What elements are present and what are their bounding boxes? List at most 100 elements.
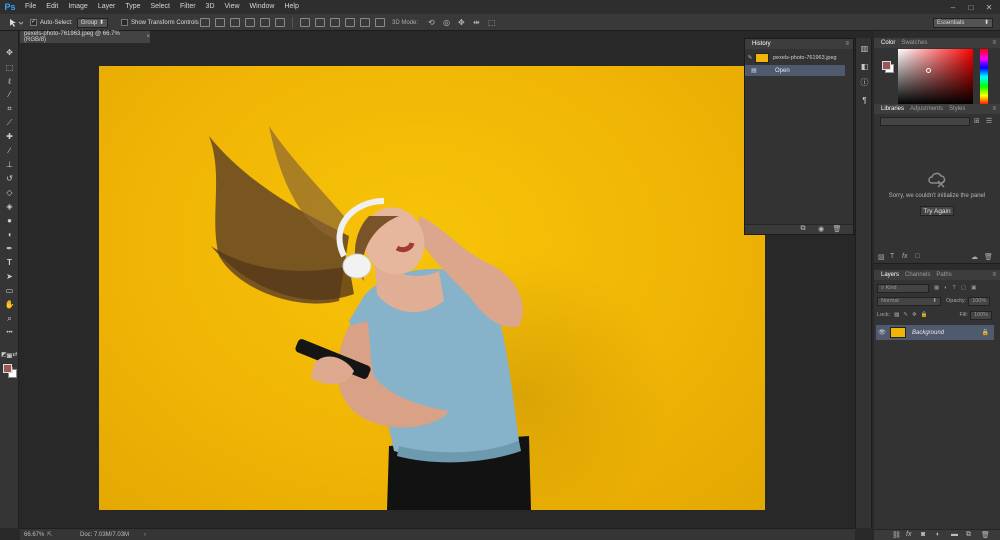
tab-swatches[interactable]: Swatches [898, 40, 930, 46]
layers-menu-icon[interactable]: ≡ [992, 272, 996, 278]
show-transform-checkbox[interactable] [121, 19, 128, 26]
auto-select-dropdown[interactable]: Group ⬍ [76, 17, 109, 28]
color-picker-cursor[interactable] [926, 68, 931, 73]
align-bottom-icon[interactable] [230, 17, 240, 28]
menu-layer[interactable]: Layer [93, 0, 121, 14]
rectangle-tool-icon[interactable]: ▭ [3, 285, 16, 296]
distribute-left-icon[interactable] [345, 17, 355, 28]
filter-adjustment-icon[interactable]: ◐ [944, 285, 947, 291]
menu-filter[interactable]: Filter [175, 0, 201, 14]
auto-select-checkbox[interactable]: ✓ [30, 19, 37, 26]
library-list-view-icon[interactable]: ☰ [986, 117, 992, 125]
blur-tool-icon[interactable]: ● [3, 215, 16, 226]
menu-select[interactable]: Select [146, 0, 175, 14]
maximize-icon[interactable]: □ [962, 0, 980, 14]
history-snapshot[interactable]: ✎ pexels-photo-761963.jpeg [745, 51, 853, 64]
library-grid-view-icon[interactable]: ⊞ [974, 117, 980, 125]
info-panel-icon[interactable]: ⓘ [860, 78, 869, 87]
distribute-vcenter-icon[interactable] [315, 17, 325, 28]
history-tab[interactable]: History [749, 41, 774, 47]
layer-mask-icon[interactable]: ◙ [921, 531, 925, 538]
library-delete-icon[interactable]: 🗑 [984, 253, 993, 261]
new-layer-icon[interactable]: ⧉ [966, 531, 971, 539]
opacity-input[interactable]: 100% [968, 296, 991, 306]
pan-3d-icon[interactable]: ✥ [458, 17, 465, 28]
tab-adjustments[interactable]: Adjustments [907, 106, 946, 112]
status-menu-icon[interactable]: › [144, 532, 146, 538]
delete-layer-icon[interactable]: 🗑 [981, 531, 990, 539]
new-document-from-state-icon[interactable]: ⧉ [799, 225, 807, 233]
new-snapshot-icon[interactable]: ◉ [817, 225, 825, 233]
quick-mask-icon[interactable]: ◙ [3, 350, 16, 361]
add-text-icon[interactable]: T [890, 253, 894, 260]
menu-view[interactable]: View [220, 0, 245, 14]
tab-color[interactable]: Color [878, 40, 898, 46]
library-select-dropdown[interactable] [880, 117, 970, 126]
tab-paths[interactable]: Paths [933, 272, 954, 278]
try-again-button[interactable]: Try Again [920, 206, 954, 216]
zoom-tool-icon[interactable]: ⌕ [3, 313, 16, 324]
crop-tool-icon[interactable]: ⌗ [3, 103, 16, 114]
move-tool-icon[interactable]: ✥ [3, 47, 16, 58]
lock-position-icon[interactable]: ✥ [912, 312, 917, 318]
export-icon[interactable]: ⇱ [47, 531, 52, 538]
roll-3d-icon[interactable]: ◎ [443, 17, 450, 28]
link-layers-icon[interactable]: ⛓ [892, 531, 901, 539]
lock-pixels-icon[interactable]: ✎ [903, 312, 908, 318]
history-brush-tool-icon[interactable]: ↺ [3, 173, 16, 184]
paragraph-panel-icon[interactable]: ¶ [860, 96, 869, 105]
blend-mode-dropdown[interactable]: Normal ⬍ [877, 296, 941, 306]
lasso-tool-icon[interactable]: ℓ [3, 76, 16, 87]
zoom-level[interactable]: 66.67% [24, 532, 44, 538]
slide-3d-icon[interactable]: ⇹ [473, 17, 480, 28]
filter-pixel-icon[interactable]: ▦ [934, 285, 939, 291]
menu-window[interactable]: Window [245, 0, 280, 14]
lock-all-icon[interactable]: 🔒 [921, 312, 928, 318]
workspace-dropdown[interactable]: Essentials ⬍ [933, 17, 993, 28]
align-top-icon[interactable] [200, 17, 210, 28]
layer-style-icon[interactable]: fx [906, 531, 911, 538]
delete-state-icon[interactable]: 🗑 [833, 225, 842, 233]
history-step[interactable]: ▤ Open [745, 65, 845, 76]
dodge-tool-icon[interactable]: ◖ [3, 229, 16, 240]
close-icon[interactable]: ✕ [980, 0, 998, 14]
adjustment-layer-icon[interactable]: ◐ [936, 531, 940, 538]
marquee-tool-icon[interactable]: ⬚ [3, 62, 16, 73]
quick-select-tool-icon[interactable]: ⁄ [3, 89, 16, 100]
fill-input[interactable]: 100% [970, 310, 993, 320]
eyedropper-tool-icon[interactable]: ⟋ [3, 117, 16, 128]
align-hcenter-icon[interactable] [260, 17, 270, 28]
distribute-hcenter-icon[interactable] [360, 17, 370, 28]
paint-bucket-tool-icon[interactable]: ◈ [3, 201, 16, 212]
layer-filter-dropdown[interactable]: ⌕ Kind [877, 283, 929, 293]
add-color-icon[interactable]: □ [915, 253, 919, 260]
new-group-icon[interactable]: ▬ [951, 531, 958, 538]
stamp-tool-icon[interactable]: ⊥ [3, 159, 16, 170]
tab-layers[interactable]: Layers [878, 272, 902, 278]
minimize-icon[interactable]: – [944, 0, 962, 14]
history-panel-icon[interactable]: ▥ [860, 44, 869, 53]
tab-channels[interactable]: Channels [902, 272, 933, 278]
more-tools-icon[interactable]: ••• [3, 327, 16, 338]
path-select-tool-icon[interactable]: ➤ [3, 271, 16, 282]
eraser-tool-icon[interactable]: ◇ [3, 187, 16, 198]
healing-brush-tool-icon[interactable]: ✚ [3, 131, 16, 142]
filter-type-icon[interactable]: T [953, 285, 956, 291]
history-brush-source-icon[interactable]: ✎ [745, 55, 755, 61]
menu-file[interactable]: File [20, 0, 41, 14]
align-left-icon[interactable] [245, 17, 255, 28]
layer-row[interactable]: 👁 Background 🔒 [876, 325, 994, 340]
layer-visibility-eye-icon[interactable]: 👁 [876, 329, 888, 336]
menu-3d[interactable]: 3D [201, 0, 220, 14]
properties-panel-icon[interactable]: ◧ [860, 62, 869, 71]
canvas-image[interactable] [99, 66, 765, 510]
menu-edit[interactable]: Edit [41, 0, 63, 14]
scale-3d-icon[interactable]: ⬚ [488, 17, 496, 28]
menu-type[interactable]: Type [120, 0, 145, 14]
color-picker-field[interactable] [898, 49, 973, 105]
libraries-menu-icon[interactable]: ≡ [992, 106, 996, 112]
foreground-color-swatch[interactable] [3, 364, 12, 373]
library-sync-icon[interactable]: ☁ [971, 253, 978, 261]
filter-smart-icon[interactable]: ▣ [971, 285, 976, 291]
add-graphic-icon[interactable]: ▨ [878, 253, 885, 261]
